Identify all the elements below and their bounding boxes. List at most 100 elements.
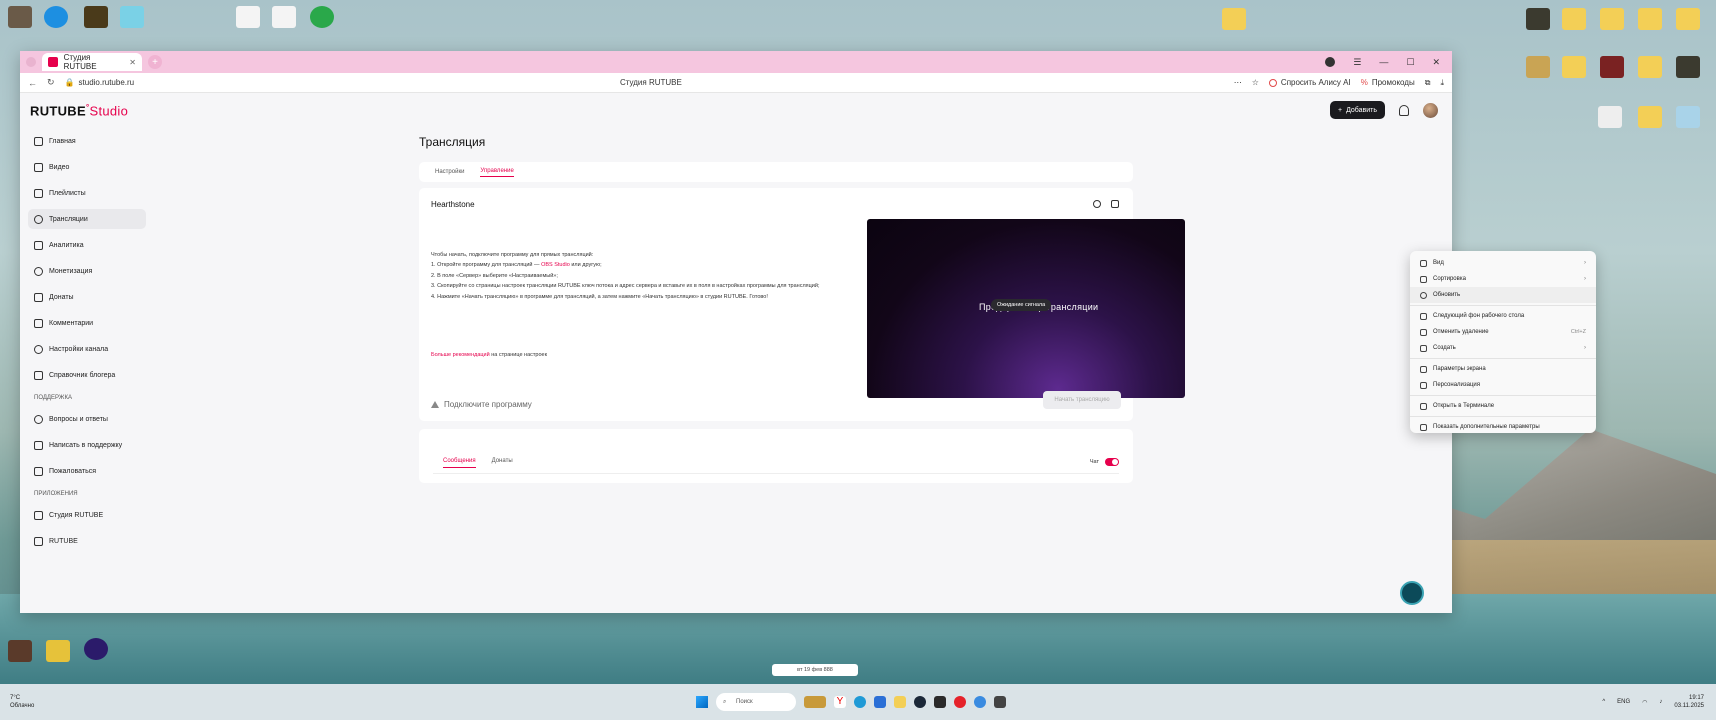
avatar[interactable] [1423,102,1438,118]
close-window-icon[interactable]: ✕ [1432,57,1440,68]
extensions-icon[interactable]: ⧉ [1425,78,1431,88]
sidebar-item-faq[interactable]: Вопросы и ответы [28,409,146,429]
ctx-item-more-options[interactable]: Показать дополнительные параметры [1410,419,1596,435]
sidebar-item-home[interactable]: Главная [28,131,146,151]
url-field[interactable]: 🔒 studio.rutube.ru [65,78,135,87]
share-icon[interactable] [1093,200,1101,208]
taskbar-app-icon[interactable] [994,696,1006,708]
sidebar-item-comments[interactable]: Комментарии [28,313,146,333]
sidebar-item-handbook[interactable]: Справочник блогера [28,365,146,385]
desktop-folder-icon[interactable] [1638,8,1662,30]
sidebar-item-analytics[interactable]: Аналитика [28,235,146,255]
menu-icon[interactable]: ☰ [1353,57,1361,68]
ctx-item-open-terminal[interactable]: Открыть в Терминале [1410,398,1596,414]
desktop-folder-icon[interactable] [1562,56,1586,78]
lang-indicator[interactable]: ENG [1617,699,1630,705]
recycle-bin-icon[interactable] [1676,106,1700,128]
desktop-icon[interactable] [46,640,70,662]
browser-tab[interactable]: Студия RUTUBE ✕ [42,53,142,71]
desktop-icon[interactable] [120,6,144,28]
tab-messages[interactable]: Сообщения [443,458,476,468]
taskbar-app-icon[interactable] [934,696,946,708]
sidebar-item-video[interactable]: Видео [28,157,146,177]
windows-start-icon[interactable] [696,696,708,708]
taskbar-app-icon[interactable] [804,696,826,708]
back-icon[interactable]: ← [28,78,37,88]
sidebar-item-channel-settings[interactable]: Настройки канала [28,339,146,359]
more-recommendations-link[interactable]: Больше рекомендаций [431,352,490,358]
rutube-studio-logo[interactable]: RUTUBE°Studio [30,103,128,118]
desktop-icon[interactable] [84,6,108,28]
maximize-icon[interactable]: ☐ [1406,57,1414,68]
chat-toggle[interactable] [1105,458,1119,466]
desktop-folder-icon[interactable] [1526,56,1550,78]
desktop-icon[interactable] [8,6,32,28]
bookmark-icon[interactable]: ☆ [1252,78,1259,87]
reload-icon[interactable]: ↻ [47,77,55,88]
weather-widget[interactable]: 7°C Облачно [10,694,34,711]
ctx-item-sort[interactable]: Сортировка › [1410,271,1596,287]
store-icon[interactable] [874,696,886,708]
ctx-item-create[interactable]: Создать › [1410,340,1596,356]
obs-link[interactable]: OBS Studio [541,262,570,268]
chevron-up-icon[interactable]: ^ [1602,699,1605,705]
start-stream-button[interactable]: Начать трансляцию [1043,391,1121,409]
desktop-icon[interactable] [8,640,32,662]
help-chat-button[interactable] [1400,581,1424,605]
ctx-item-refresh[interactable]: Обновить [1410,287,1596,303]
new-tab-button[interactable]: + [148,55,162,69]
yandex-browser-icon[interactable]: Y [834,696,846,708]
sidebar-item-playlists[interactable]: Плейлисты [28,183,146,203]
tab-donates[interactable]: Донаты [492,458,513,468]
external-link-icon[interactable] [1111,200,1119,208]
desktop-folder-icon[interactable] [1638,106,1662,128]
ctx-item-personalize[interactable]: Персонализация [1410,377,1596,393]
explorer-icon[interactable] [894,696,906,708]
minimize-icon[interactable]: — [1379,57,1388,67]
download-icon[interactable]: ⤓ [1440,78,1444,88]
close-tab-icon[interactable]: ✕ [129,58,136,67]
clock[interactable]: 19:17 03.11.2025 [1674,694,1704,711]
taskbar-search[interactable]: ⌕ Поиск [716,693,796,711]
ctx-item-display-settings[interactable]: Параметры экрана [1410,361,1596,377]
opera-icon[interactable] [954,696,966,708]
profile-icon[interactable] [1325,57,1336,67]
volume-icon[interactable]: ♪ [1659,699,1662,705]
ctx-item-undo-delete[interactable]: Отменить удаление Ctrl+Z [1410,324,1596,340]
desktop-icon[interactable] [236,6,260,28]
add-button[interactable]: + Добавить [1329,101,1385,119]
sidebar-item-donates[interactable]: Донаты [28,287,146,307]
ask-alice-button[interactable]: Спросить Алису AI [1268,78,1351,87]
stream-preview[interactable]: Предпросмотр трансляции Ожидание сигнала [867,219,1185,398]
sidebar-item-write-support[interactable]: Написать в поддержку [28,435,146,455]
desktop-icon[interactable] [310,6,334,28]
promocodes-button[interactable]: % Промокоды [1361,78,1415,87]
wifi-icon[interactable]: ◠ [1642,699,1647,706]
desktop-icon[interactable] [272,6,296,28]
sidebar-item-broadcasts[interactable]: Трансляции [28,209,146,229]
desktop-folder-icon[interactable] [1562,8,1586,30]
taskbar-app-icon[interactable] [974,696,986,708]
media-overlay-bar[interactable]: вт 19 фев 888 [772,664,858,676]
ctx-item-next-wallpaper[interactable]: Следующий фон рабочего стола [1410,308,1596,324]
desktop-folder-icon[interactable] [1676,8,1700,30]
menu-dots-icon[interactable]: ⋯ [1234,78,1242,87]
sidebar-item-complain[interactable]: Пожаловаться [28,461,146,481]
desktop-folder-icon[interactable] [1600,8,1624,30]
desktop-folder-icon[interactable] [1600,56,1624,78]
sidebar-item-studio-app[interactable]: Студия RUTUBE [28,505,146,525]
ctx-item-view[interactable]: Вид › [1410,255,1596,271]
tab-settings[interactable]: Настройки [435,169,464,175]
tab-management[interactable]: Управление [480,168,514,177]
desktop-folder-icon[interactable] [1638,56,1662,78]
desktop-folder-icon[interactable] [1598,106,1622,128]
desktop-icon[interactable] [44,6,68,28]
steam-icon[interactable] [914,696,926,708]
desktop-folder-icon[interactable] [1676,56,1700,78]
desktop-icon[interactable] [84,638,108,660]
sidebar-item-rutube-app[interactable]: RUTUBE [28,531,146,551]
desktop-folder-icon[interactable] [1222,8,1246,30]
desktop-folder-icon[interactable] [1526,8,1550,30]
bell-icon[interactable] [1399,104,1409,116]
edge-icon[interactable] [854,696,866,708]
